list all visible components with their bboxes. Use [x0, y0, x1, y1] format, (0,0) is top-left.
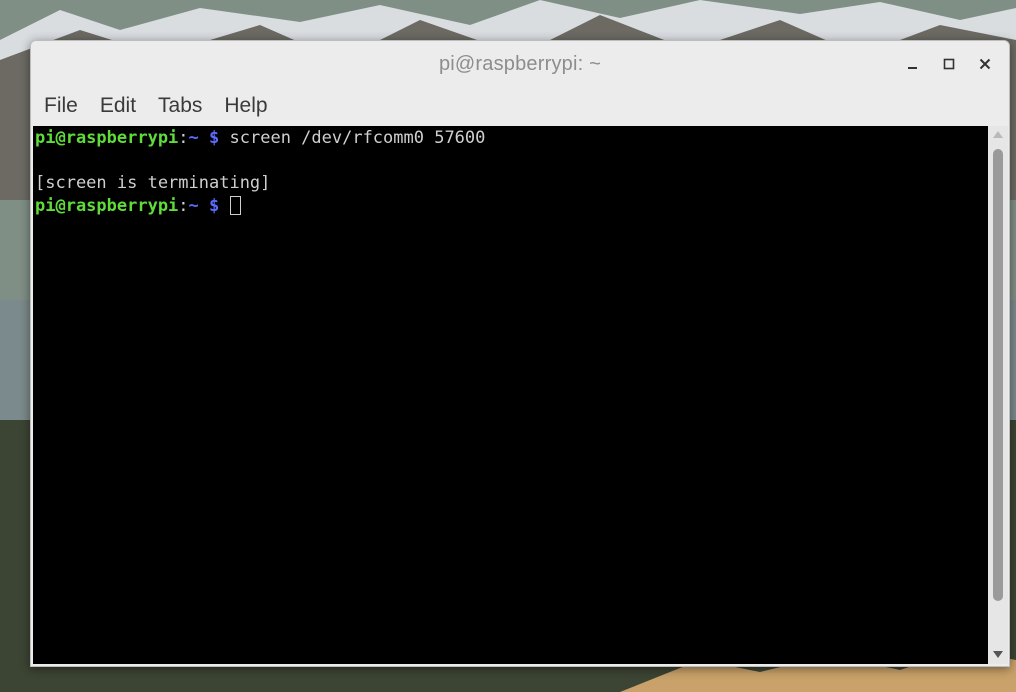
prompt-user: pi@raspberrypi	[35, 128, 179, 148]
menu-help[interactable]: Help	[223, 92, 268, 120]
menu-bar: File Edit Tabs Help	[31, 87, 1009, 125]
terminal-output[interactable]: pi@raspberrypi:~ $ screen /dev/rfcomm0 5…	[33, 126, 988, 664]
close-icon	[979, 58, 991, 70]
prompt-dollar: $	[198, 195, 220, 216]
menu-edit[interactable]: Edit	[99, 92, 137, 120]
window-title: pi@raspberrypi: ~	[438, 53, 602, 75]
terminal-line: pi@raspberrypi:~ $	[35, 195, 988, 218]
command-text: screen /dev/rfcomm0 57600	[219, 128, 486, 148]
output-text: [screen is terminating]	[35, 173, 271, 193]
menu-file[interactable]: File	[43, 92, 79, 120]
prompt-colon: :	[178, 195, 189, 216]
scroll-down-arrow-icon[interactable]	[993, 651, 1003, 658]
close-button[interactable]	[972, 51, 998, 77]
prompt-path: ~	[188, 128, 199, 148]
scrollbar-thumb[interactable]	[993, 149, 1003, 601]
prompt-dollar: $	[198, 128, 220, 148]
prompt-user: pi@raspberrypi	[35, 195, 179, 216]
menu-tabs[interactable]: Tabs	[157, 92, 203, 120]
minimize-icon	[908, 67, 917, 69]
titlebar[interactable]: pi@raspberrypi: ~	[31, 41, 1009, 87]
terminal-line: pi@raspberrypi:~ $ screen /dev/rfcomm0 5…	[35, 127, 988, 150]
maximize-button[interactable]	[936, 51, 962, 77]
text-cursor	[229, 195, 241, 215]
prompt-path: ~	[188, 195, 199, 216]
terminal-line: [screen is terminating]	[35, 172, 988, 195]
minimize-button[interactable]	[900, 51, 926, 77]
terminal-window: pi@raspberrypi: ~ File Edit Tabs Help pi…	[30, 40, 1010, 667]
maximize-icon	[943, 58, 955, 70]
prompt-colon: :	[178, 128, 189, 148]
scroll-up-arrow-icon[interactable]	[993, 131, 1003, 138]
vertical-scrollbar[interactable]	[988, 126, 1008, 664]
command-text	[219, 196, 229, 216]
